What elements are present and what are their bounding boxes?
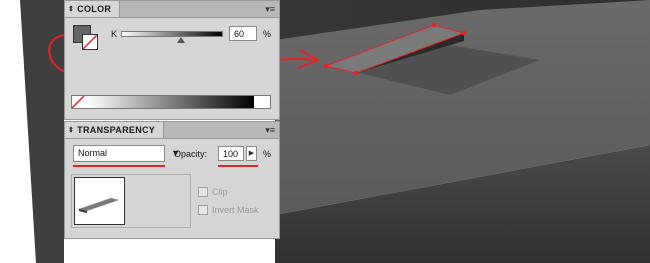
opacity-underline — [218, 165, 258, 167]
transparency-panel: ⇕ TRANSPARENCY ▾≡ Normal ▼ Opacity: 100 ▶… — [64, 121, 280, 239]
tab-color[interactable]: ⇕ COLOR — [65, 1, 121, 17]
blend-mode-value: Normal — [78, 148, 108, 158]
clip-label: Clip — [212, 187, 228, 197]
anchor-point[interactable] — [324, 64, 328, 68]
tab-transparency-label: TRANSPARENCY — [77, 125, 156, 135]
stroke-swatch[interactable] — [82, 34, 98, 50]
tab-color-label: COLOR — [77, 4, 112, 14]
object-thumbnail[interactable] — [74, 177, 125, 225]
k-value-field[interactable]: 60 — [229, 26, 257, 41]
channel-label: K — [111, 29, 118, 39]
k-slider-track[interactable] — [121, 31, 223, 37]
color-panel-tabbar: ⇕ COLOR ▾≡ — [65, 1, 279, 18]
color-panel: ⇕ COLOR ▾≡ K 60 % — [64, 0, 280, 120]
anchor-point[interactable] — [354, 71, 358, 75]
k-slider-thumb[interactable] — [177, 37, 185, 43]
none-swatch-icon[interactable] — [72, 96, 84, 108]
panel-menu-icon[interactable]: ▾≡ — [265, 125, 275, 135]
anchor-point[interactable] — [462, 31, 466, 35]
invert-mask-checkbox[interactable] — [198, 205, 208, 215]
opacity-unit: % — [263, 149, 272, 159]
clip-checkbox[interactable] — [198, 187, 208, 197]
opacity-label: Opacity: — [174, 149, 208, 159]
none-icon — [83, 35, 97, 49]
thumbnail-shape — [79, 198, 119, 213]
invert-mask-label: Invert Mask — [212, 205, 259, 215]
opacity-stepper-button[interactable]: ▶ — [246, 146, 257, 161]
blend-mode-select[interactable]: Normal ▼ — [73, 145, 180, 162]
transparency-panel-tabbar: ⇕ TRANSPARENCY ▾≡ — [65, 122, 279, 139]
color-ramp[interactable] — [71, 95, 271, 109]
opacity-field[interactable]: 100 — [218, 146, 244, 161]
white-swatch[interactable] — [258, 98, 268, 103]
k-unit: % — [263, 29, 272, 39]
box-left-strip — [20, 0, 64, 263]
collapse-arrows-icon[interactable]: ⇕ — [68, 6, 74, 13]
tab-transparency[interactable]: ⇕ TRANSPARENCY — [65, 122, 165, 138]
panel-menu-icon[interactable]: ▾≡ — [265, 4, 275, 14]
collapse-arrows-icon[interactable]: ⇕ — [68, 127, 74, 134]
anchor-point[interactable] — [432, 23, 436, 27]
blend-mode-underline — [73, 165, 165, 167]
